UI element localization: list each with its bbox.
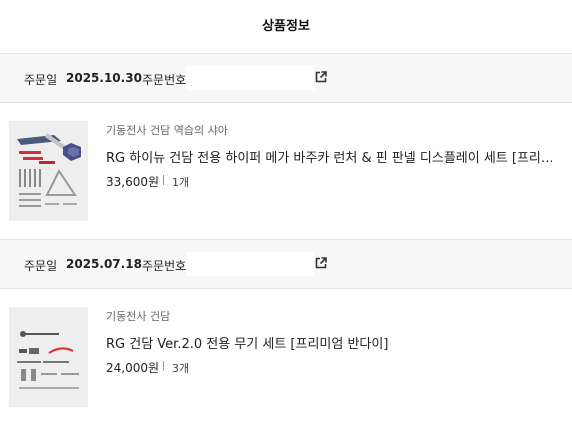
order-number-masked (186, 252, 314, 276)
product-price: 24,000원 (106, 361, 160, 375)
product-image (9, 121, 88, 221)
order-date: 2025.07.18 (66, 257, 142, 271)
divider (163, 361, 164, 371)
product-name[interactable]: RG 하이뉴 건담 전용 하이퍼 메가 바주카 런처 & 핀 판넬 디스플레이 … (106, 147, 552, 166)
order-number-label: 주문번호 (142, 73, 187, 87)
external-link-icon[interactable] (315, 71, 327, 83)
product-brand: 기동전사 건담 (106, 310, 171, 323)
product-brand: 기동전사 건담 역습의 샤아 (106, 124, 228, 137)
external-link-icon[interactable] (315, 257, 327, 269)
product-image (9, 307, 88, 407)
order-number-label: 주문번호 (142, 259, 187, 273)
order-header: 주문일 2025.10.30 주문번호 (0, 53, 572, 103)
product-quantity: 3개 (172, 362, 190, 375)
product-thumbnail[interactable] (9, 121, 88, 221)
product-item[interactable]: 기동전사 건담 역습의 샤아 RG 하이뉴 건담 전용 하이퍼 메가 바주카 런… (0, 103, 572, 240)
product-item[interactable]: 기동전사 건담 RG 건담 Ver.2.0 전용 무기 세트 [프리미엄 반다이… (0, 289, 572, 425)
product-quantity: 1개 (172, 176, 190, 189)
divider (163, 175, 164, 185)
product-thumbnail[interactable] (9, 307, 88, 407)
order-date-label: 주문일 (24, 73, 58, 87)
page-title: 상품정보 (262, 19, 310, 34)
product-name[interactable]: RG 건담 Ver.2.0 전용 무기 세트 [프리미엄 반다이] (106, 333, 552, 352)
order-date: 2025.10.30 (66, 71, 142, 85)
order-header: 주문일 2025.07.18 주문번호 (0, 240, 572, 289)
product-price: 33,600원 (106, 175, 160, 189)
order-number-masked (186, 66, 314, 90)
order-date-label: 주문일 (24, 259, 58, 273)
